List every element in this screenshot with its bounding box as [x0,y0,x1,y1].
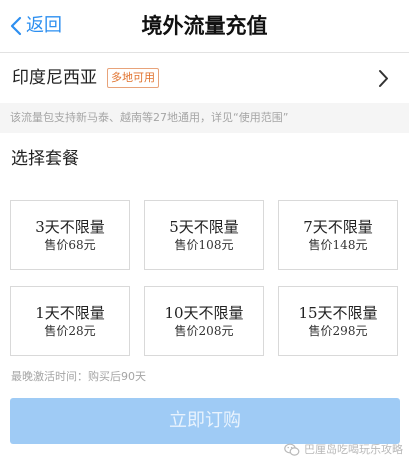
wechat-icon [284,443,300,456]
plan-option-1-day[interactable]: 1天不限量 售价28元 [10,286,130,356]
region-name: 印度尼西亚 [12,68,97,88]
activation-deadline: 最晚激活时间：购买后90天 [11,370,146,383]
watermark: 巴厘岛吃喝玩乐攻略 [284,442,403,458]
plan-name: 15天不限量 [298,304,378,322]
watermark-text: 巴厘岛吃喝玩乐攻略 [304,443,403,456]
plan-name: 1天不限量 [35,304,105,322]
plan-price: 售价148元 [308,238,368,252]
plan-section: 选择套餐 3天不限量 售价68元 5天不限量 售价108元 7天不限量 售价14… [0,133,409,466]
plan-name: 5天不限量 [169,218,239,236]
plan-name: 3天不限量 [35,218,105,236]
buy-now-button[interactable]: 立即订购 [10,398,400,444]
plan-option-10-day[interactable]: 10天不限量 售价208元 [144,286,264,356]
plan-option-5-day[interactable]: 5天不限量 售价108元 [144,200,264,270]
multi-region-badge: 多地可用 [107,68,159,88]
plan-option-7-day[interactable]: 7天不限量 售价148元 [278,200,398,270]
chevron-right-icon [379,70,388,87]
plan-price: 售价68元 [44,238,96,252]
coverage-note: 该流量包支持新马泰、越南等27地通用，详见“使用范围” [10,111,289,124]
plan-price: 售价208元 [174,324,234,338]
plan-name: 10天不限量 [164,304,244,322]
plan-option-15-day[interactable]: 15天不限量 售价298元 [278,286,398,356]
app-header: 返回 境外流量充值 [0,0,409,53]
plan-name: 7天不限量 [303,218,373,236]
region-selector[interactable]: 印度尼西亚 多地可用 [0,53,409,103]
plan-price: 售价28元 [44,324,96,338]
section-title: 选择套餐 [11,149,79,169]
plan-option-3-day[interactable]: 3天不限量 售价68元 [10,200,130,270]
page-title: 境外流量充值 [141,14,268,38]
plan-price: 售价298元 [308,324,368,338]
plan-price: 售价108元 [174,238,234,252]
